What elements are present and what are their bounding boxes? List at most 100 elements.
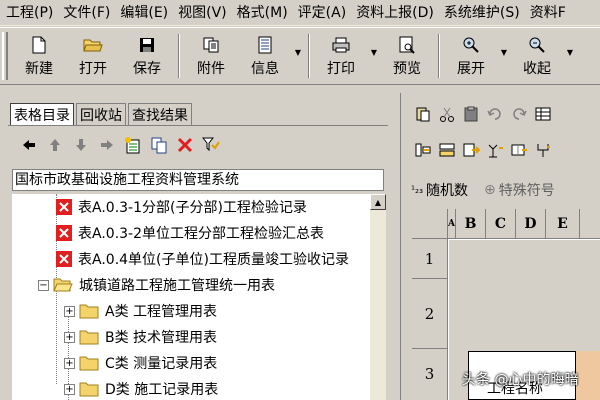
row-header-2[interactable]: 2 [412,279,448,349]
save-button[interactable]: 保存 [120,28,174,84]
expand-toggle-icon[interactable]: + [64,331,75,343]
new-document-icon [29,35,49,55]
collapse-magnifier-icon [527,35,547,55]
column-header-d[interactable]: D [516,209,546,239]
fork-icon[interactable] [531,139,555,161]
special-symbol-button[interactable]: 特殊符号 [499,180,555,200]
insert-column-icon[interactable] [411,139,435,161]
copy-icon[interactable] [146,134,172,156]
append-row-icon[interactable] [459,139,483,161]
filter-icon[interactable] [198,134,224,156]
redo-icon[interactable] [507,103,531,125]
menu-view[interactable]: 视图(V) [172,0,231,25]
tab-catalog[interactable]: 表格目录 [10,103,74,125]
arrow-right-icon[interactable] [94,134,120,156]
corner-header[interactable] [412,209,448,239]
column-header-e[interactable]: E [546,209,580,239]
cut-icon[interactable] [435,103,459,125]
column-header-b[interactable]: B [456,209,486,239]
toolbar-grip[interactable] [2,32,8,80]
menu-bar: 工程(P) 文件(F) 编辑(E) 视图(V) 格式(M) 评定(A) 资料上报… [0,0,600,26]
row-header-1[interactable]: 1 [412,239,448,279]
tree-item-table-a031[interactable]: 表A.0.3-1分部(子分部)工程检验记录 [56,194,307,220]
main-toolbar: 新建 打开 保存 附件 信息 ▼ 打印 ▼ 预览 展开 ▼ 收起 ▼ [0,27,600,85]
special-symbol-icon: ⊕ [484,182,496,198]
open-button[interactable]: 打开 [66,28,120,84]
print-button[interactable]: 打印 [314,28,368,84]
tree-scrollbar[interactable]: ▲ [370,194,386,400]
tree-item-class-a[interactable]: + A类 工程管理用表 [64,298,217,324]
tree-item-table-a04[interactable]: 表A.0.4单位(子单位)工程质量竣工验收记录 [56,246,349,272]
toolbar-separator [178,34,180,78]
arrow-left-icon[interactable] [16,134,42,156]
tab-divider [8,125,388,126]
printer-icon [331,35,351,55]
column-header-a[interactable]: A [448,209,456,239]
menu-evaluate[interactable]: 评定(A) [292,0,351,25]
tab-recycle-bin[interactable]: 回收站 [76,103,126,125]
random-number-button[interactable]: 随机数 [426,180,468,200]
tree-item-class-b[interactable]: + B类 技术管理用表 [64,324,217,350]
scroll-up-arrow-icon[interactable]: ▲ [370,194,386,210]
expand-button[interactable]: 展开 [444,28,498,84]
expand-dropdown[interactable]: ▼ [498,28,510,84]
tree-item-label: 表A.0.3-2单位工程分部工程检验汇总表 [78,226,325,242]
menu-format[interactable]: 格式(M) [231,0,292,25]
menu-report[interactable]: 资料上报(D) [350,0,438,25]
sheet-panel: ¹₂₃ 随机数 ⊕ 特殊符号 A B C D E 1 2 3 工程名称 [400,93,600,400]
menu-file[interactable]: 文件(F) [57,0,114,25]
collapse-button[interactable]: 收起 [510,28,564,84]
arrow-up-icon[interactable] [42,134,68,156]
info-dropdown[interactable]: ▼ [292,28,304,84]
column-header-f[interactable] [580,209,600,239]
expand-toggle-icon[interactable]: + [64,383,75,395]
catalog-tree: 表A.0.3-1分部(子分部)工程检验记录 表A.0.3-2单位工程分部工程检验… [12,194,370,400]
catalog-path-field: 国标市政基础设施工程资料管理系统 [12,169,384,191]
split-cell-icon[interactable] [483,139,507,161]
tab-search-results[interactable]: 查找结果 [128,103,192,125]
tree-item-class-d[interactable]: + D类 施工记录用表 [64,376,218,400]
print-dropdown[interactable]: ▼ [368,28,380,84]
tree-item-label: A类 工程管理用表 [105,304,218,320]
tree-item-label: 表A.0.3-1分部(子分部)工程检验记录 [78,200,307,216]
attach-button[interactable]: 附件 [184,28,238,84]
open-folder-icon [83,35,103,55]
row-header-3[interactable]: 3 [412,349,448,400]
undo-icon[interactable] [483,103,507,125]
tree-item-class-c[interactable]: + C类 测量记录用表 [64,350,217,376]
paste-icon[interactable] [459,103,483,125]
insert-row-icon[interactable] [435,139,459,161]
expand-magnifier-icon [461,35,481,55]
catalog-tabs: 表格目录 回收站 查找结果 [10,103,194,125]
tree-item-table-a032[interactable]: 表A.0.3-2单位工程分部工程检验汇总表 [56,220,324,246]
tree-item-label: 表A.0.4单位(子单位)工程质量竣工验收记录 [78,252,349,268]
menu-data[interactable]: 资料F [524,0,570,25]
menu-edit[interactable]: 编辑(E) [114,0,172,25]
delete-icon[interactable] [172,134,198,156]
folder-icon [79,329,99,345]
new-button[interactable]: 新建 [12,28,66,84]
expand-toggle-icon[interactable]: + [64,357,75,369]
info-button[interactable]: 信息 [238,28,292,84]
menu-project[interactable]: 工程(P) [0,0,57,25]
sheet-toolbar-row-3: ¹₂₃ 随机数 ⊕ 特殊符号 [411,177,555,203]
folder-icon [79,381,99,397]
cell-highlight[interactable] [576,351,600,400]
toolbar-separator [438,34,440,78]
expand-toggle-icon[interactable]: + [64,305,75,317]
floppy-disk-icon [137,35,157,55]
arrow-down-icon[interactable] [68,134,94,156]
folder-open-icon [53,277,73,293]
new-item-icon[interactable] [120,134,146,156]
tree-item-road-works[interactable]: − 城镇道路工程施工管理统一用表 [38,272,275,298]
paste-special-icon[interactable] [411,103,435,125]
preview-button[interactable]: 预览 [380,28,434,84]
merge-cell-icon[interactable] [507,139,531,161]
menu-system[interactable]: 系统维护(S) [438,0,524,25]
collapse-toggle-icon[interactable]: − [38,279,49,291]
collapse-dropdown[interactable]: ▼ [564,28,576,84]
column-header-c[interactable]: C [486,209,516,239]
table-edit-icon[interactable] [531,103,555,125]
tree-item-label: 城镇道路工程施工管理统一用表 [79,278,275,294]
tree-item-label: D类 施工记录用表 [105,382,219,398]
